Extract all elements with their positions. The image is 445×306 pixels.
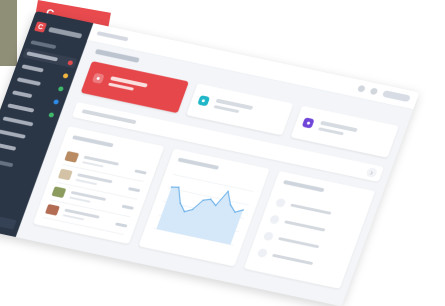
page-title	[94, 48, 140, 63]
sidebar-item-label	[26, 51, 59, 62]
status-dot	[53, 98, 60, 105]
chevron-right-icon[interactable]: ›	[365, 166, 379, 179]
list-item-value	[121, 204, 135, 210]
activity-panel-title	[282, 180, 325, 193]
dashboard-window: C ● ● ● ›	[0, 11, 420, 306]
chart-icon: ●	[196, 95, 210, 107]
topbar-actions	[356, 84, 412, 103]
product-thumbnail	[44, 203, 60, 216]
dashboard-stage: C ● ● ● ›	[0, 4, 438, 306]
message-icon: ●	[302, 117, 315, 129]
activity-panel	[243, 170, 376, 289]
list-item-text	[62, 208, 112, 226]
sidebar-section-label	[30, 40, 57, 50]
product-list	[43, 147, 150, 236]
brand-label-placeholder	[48, 26, 83, 39]
brand-mark-icon: C	[34, 21, 47, 33]
list-item-value	[115, 221, 128, 228]
list-item-label	[272, 253, 314, 265]
sidebar-item-label	[21, 64, 44, 73]
status-dot	[62, 72, 69, 79]
section-label	[81, 109, 137, 125]
list-item-label	[278, 236, 320, 248]
status-dot	[67, 59, 74, 66]
sidebar-item-label	[2, 116, 34, 127]
search-icon[interactable]	[356, 84, 366, 93]
user-icon	[256, 247, 269, 258]
list-item-label	[290, 203, 332, 215]
sidebar-section-label-secondary	[0, 158, 14, 168]
product-thumbnail	[51, 186, 67, 199]
products-panel-title	[72, 135, 114, 148]
bell-icon[interactable]	[369, 87, 379, 96]
user-icon	[275, 197, 287, 208]
user-icon	[262, 230, 275, 241]
sidebar-item-label	[7, 103, 35, 113]
status-dot	[48, 111, 55, 118]
area-chart-svg	[153, 173, 254, 246]
background-panel	[0, 0, 17, 66]
list-item-value	[128, 186, 141, 192]
sidebar-item-label	[16, 77, 42, 86]
chart-gridline	[172, 173, 254, 192]
chart-panel-title	[177, 157, 220, 170]
area-chart	[151, 170, 255, 252]
dashboard-panels	[32, 126, 376, 289]
sidebar-item-label	[11, 90, 33, 99]
product-thumbnail	[57, 168, 73, 181]
sidebar-item-label	[0, 142, 17, 151]
list-item-value	[134, 168, 148, 175]
breadcrumb	[96, 31, 129, 42]
list-item-label	[284, 219, 326, 232]
sidebar-brand[interactable]: C	[33, 18, 87, 45]
sidebar-item-team[interactable]	[0, 167, 32, 186]
shopping-bag-icon: ●	[91, 72, 105, 85]
user-icon	[268, 213, 281, 225]
sidebar-item-label	[0, 129, 26, 139]
activity-list	[255, 193, 360, 277]
user-menu[interactable]	[381, 90, 412, 103]
product-thumbnail	[64, 150, 80, 163]
status-dot	[57, 85, 65, 92]
